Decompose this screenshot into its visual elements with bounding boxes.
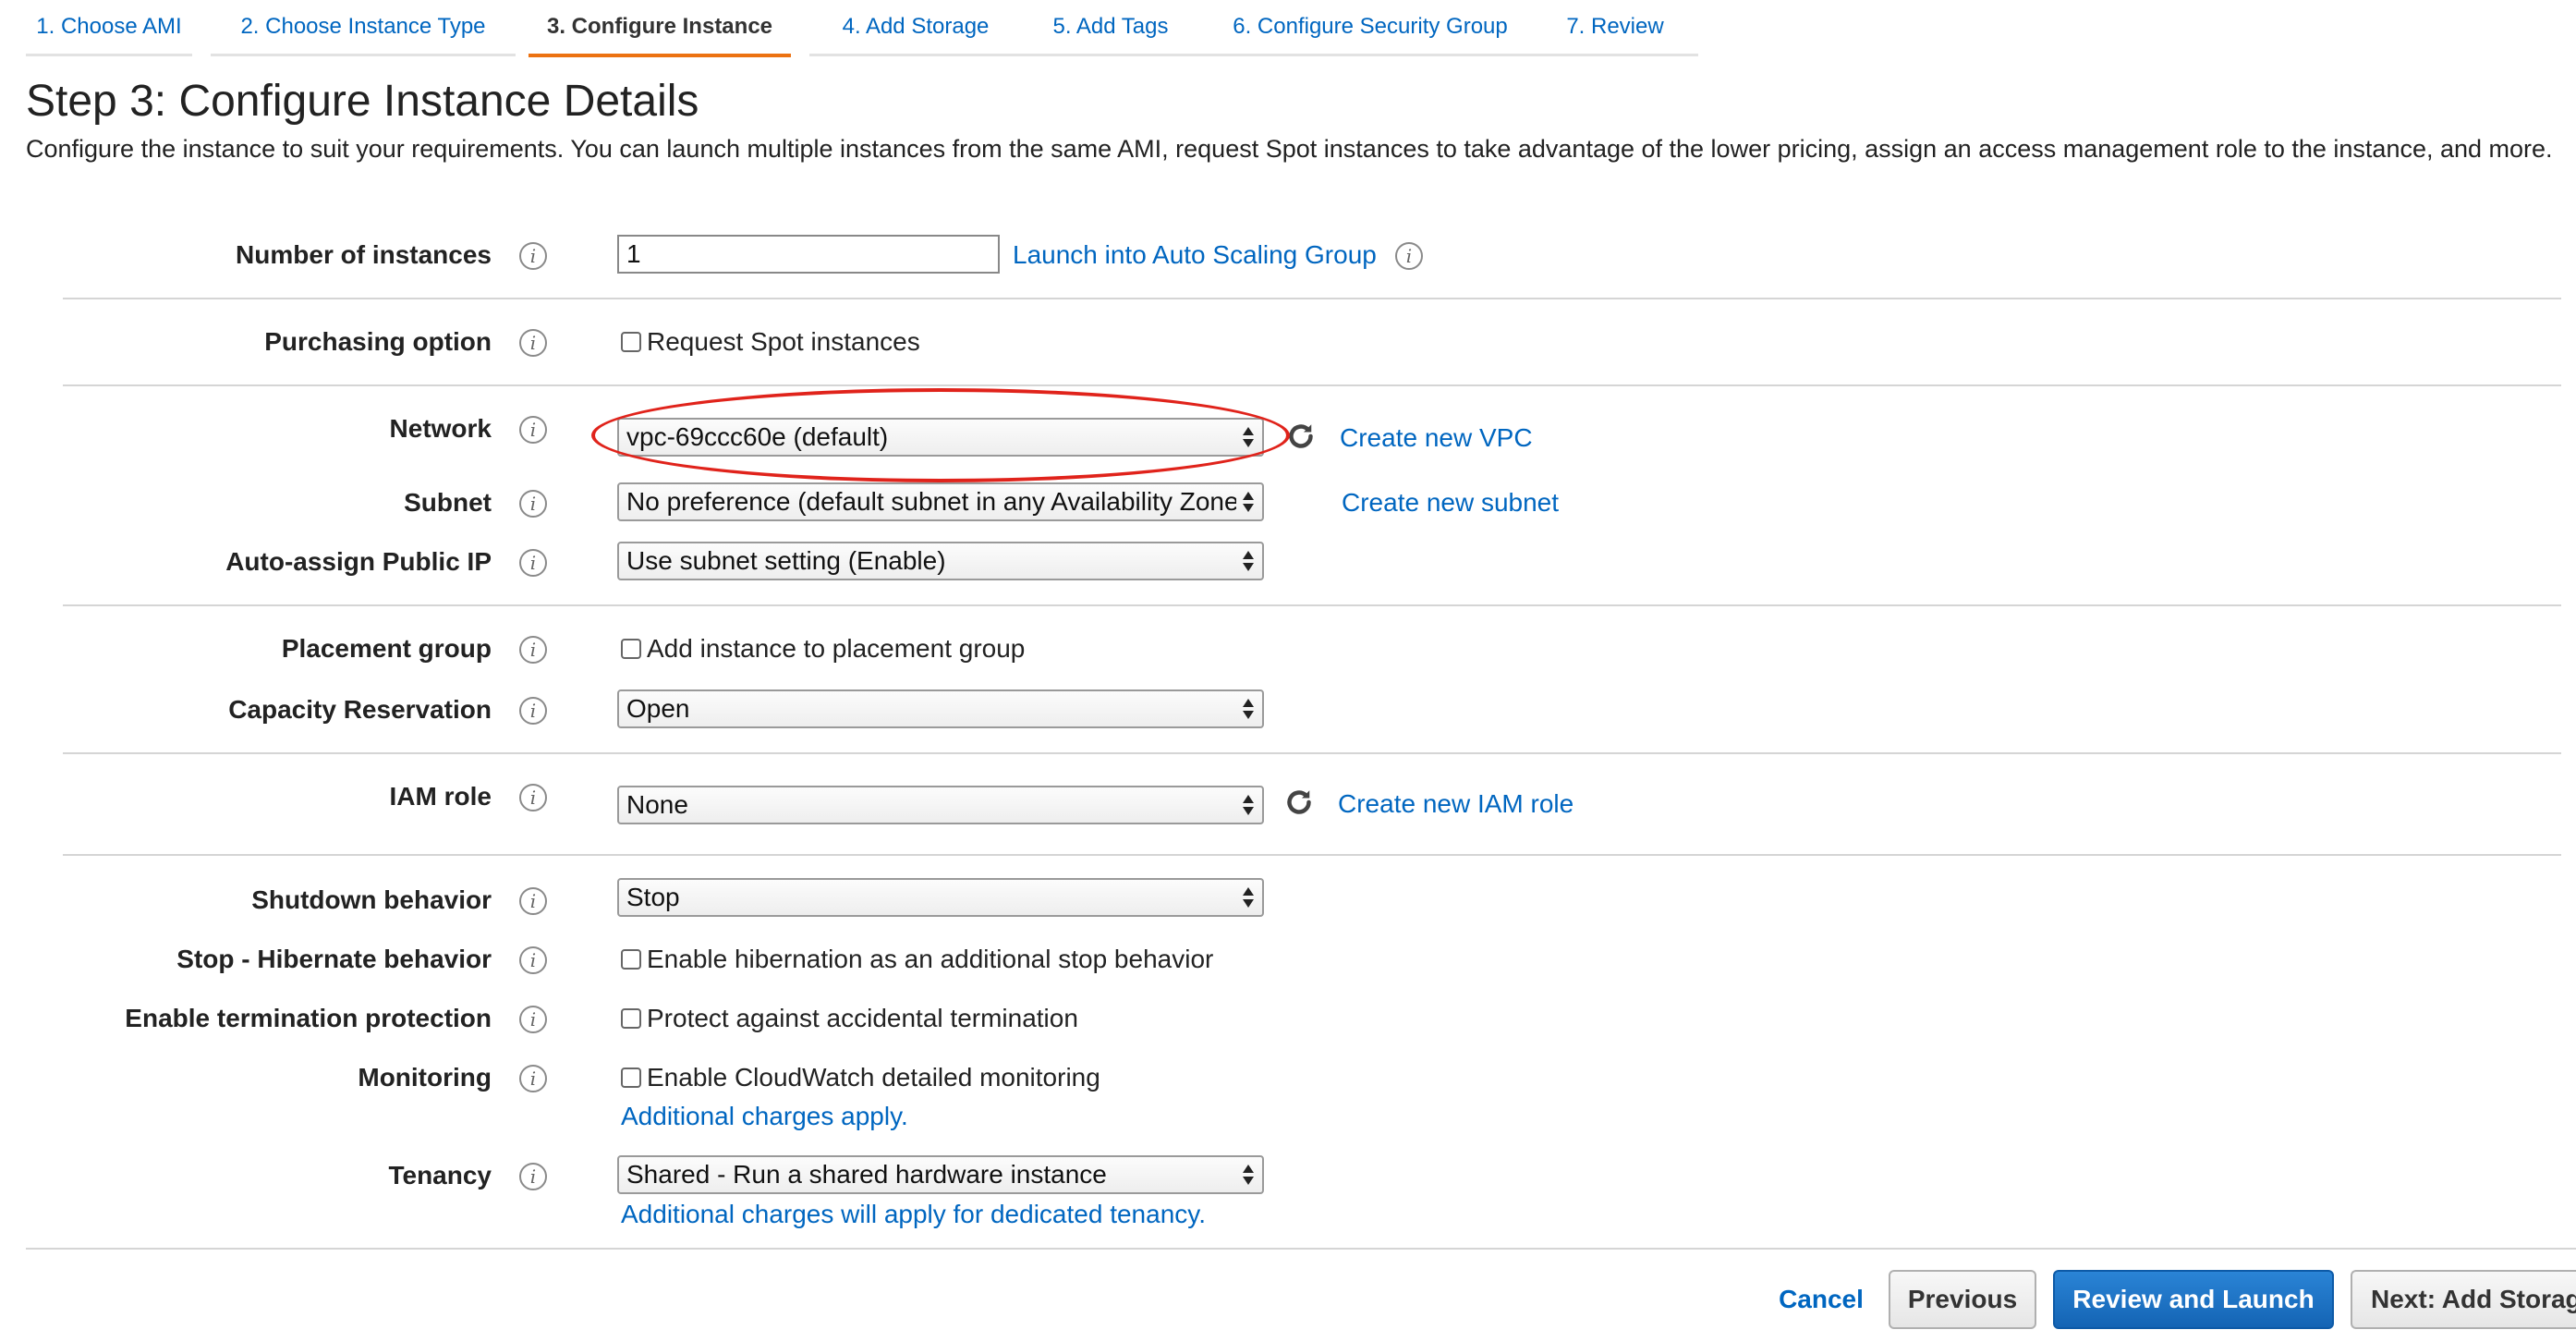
network-label: Network — [389, 414, 492, 443]
hibernate-behavior-label: Stop - Hibernate behavior — [176, 945, 492, 973]
previous-button[interactable]: Previous — [1889, 1270, 2036, 1329]
public-ip-select[interactable]: Use subnet setting (Enable) — [617, 542, 1264, 580]
divider — [63, 384, 2561, 386]
number-of-instances-label: Number of instances — [236, 240, 492, 269]
tab-choose-instance-type[interactable]: 2. Choose Instance Type — [211, 0, 516, 56]
cloudwatch-monitoring-checkbox[interactable]: Enable CloudWatch detailed monitoring — [621, 1063, 1100, 1092]
checkbox-icon[interactable] — [621, 332, 641, 352]
create-new-iam-role-link[interactable]: Create new IAM role — [1338, 789, 1574, 819]
tab-review[interactable]: 7. Review — [1532, 0, 1698, 56]
subnet-label: Subnet — [404, 488, 492, 517]
select-arrows-icon — [1240, 423, 1257, 451]
network-select[interactable]: vpc-69ccc60e (default) — [617, 418, 1264, 457]
refresh-iam-role-icon[interactable] — [1282, 786, 1316, 819]
subnet-select[interactable]: No preference (default subnet in any Ava… — [617, 482, 1264, 521]
placement-group-info-icon[interactable]: i — [519, 636, 547, 664]
divider — [63, 752, 2561, 754]
placement-group-checkbox[interactable]: Add instance to placement group — [621, 634, 1025, 664]
subnet-info-icon[interactable]: i — [519, 490, 547, 518]
tab-configure-instance[interactable]: 3. Configure Instance — [529, 0, 791, 57]
select-arrows-icon — [1240, 695, 1257, 723]
tab-choose-ami[interactable]: 1. Choose AMI — [26, 0, 192, 56]
next-add-storage-button[interactable]: Next: Add Storage — [2351, 1270, 2576, 1329]
capacity-reservation-label: Capacity Reservation — [228, 695, 492, 724]
number-of-instances-input[interactable] — [617, 235, 1000, 274]
termination-protection-info-icon[interactable]: i — [519, 1006, 547, 1033]
request-spot-checkbox[interactable]: Request Spot instances — [621, 327, 920, 357]
hibernation-checkbox-label: Enable hibernation as an additional stop… — [647, 945, 1214, 973]
capacity-reservation-info-icon[interactable]: i — [519, 697, 547, 725]
network-info-icon[interactable]: i — [519, 416, 547, 444]
cloudwatch-monitoring-checkbox-label: Enable CloudWatch detailed monitoring — [647, 1063, 1100, 1092]
review-and-launch-button[interactable]: Review and Launch — [2053, 1270, 2334, 1329]
divider — [63, 298, 2561, 299]
select-arrows-icon — [1240, 791, 1257, 819]
checkbox-icon[interactable] — [621, 1068, 641, 1088]
cancel-button[interactable]: Cancel — [1765, 1270, 1877, 1329]
dedicated-tenancy-charges-link[interactable]: Additional charges will apply for dedica… — [621, 1200, 1206, 1229]
iam-role-select[interactable]: None — [617, 786, 1264, 824]
tenancy-label: Tenancy — [388, 1161, 492, 1190]
create-new-vpc-link[interactable]: Create new VPC — [1340, 423, 1533, 453]
shutdown-behavior-label: Shutdown behavior — [251, 885, 492, 914]
tab-add-tags[interactable]: 5. Add Tags — [1015, 0, 1207, 56]
page-title: Step 3: Configure Instance Details — [26, 77, 699, 126]
monitoring-charges-link[interactable]: Additional charges apply. — [621, 1102, 908, 1131]
purchasing-option-info-icon[interactable]: i — [519, 329, 547, 357]
public-ip-info-icon[interactable]: i — [519, 549, 547, 577]
refresh-network-icon[interactable] — [1284, 420, 1318, 453]
tenancy-info-icon[interactable]: i — [519, 1163, 547, 1190]
request-spot-label: Request Spot instances — [647, 327, 920, 356]
number-of-instances-info-icon[interactable]: i — [519, 242, 547, 270]
hibernation-checkbox[interactable]: Enable hibernation as an additional stop… — [621, 945, 1213, 974]
tab-add-storage[interactable]: 4. Add Storage — [809, 0, 1022, 56]
checkbox-icon[interactable] — [621, 949, 641, 970]
select-arrows-icon — [1240, 1161, 1257, 1189]
select-arrows-icon — [1240, 547, 1257, 575]
hibernate-info-icon[interactable]: i — [519, 946, 547, 974]
termination-protection-checkbox[interactable]: Protect against accidental termination — [621, 1004, 1078, 1033]
checkbox-icon[interactable] — [621, 1008, 641, 1029]
monitoring-info-icon[interactable]: i — [519, 1065, 547, 1092]
shutdown-behavior-select[interactable]: Stop — [617, 878, 1264, 917]
auto-scaling-info-icon[interactable]: i — [1395, 242, 1423, 270]
auto-assign-public-ip-label: Auto-assign Public IP — [225, 547, 492, 576]
checkbox-icon[interactable] — [621, 639, 641, 659]
purchasing-option-label: Purchasing option — [264, 327, 492, 356]
placement-group-checkbox-label: Add instance to placement group — [647, 634, 1026, 663]
create-new-subnet-link[interactable]: Create new subnet — [1342, 488, 1559, 518]
tenancy-select[interactable]: Shared - Run a shared hardware instance — [617, 1155, 1264, 1194]
divider — [63, 604, 2561, 606]
select-arrows-icon — [1240, 884, 1257, 911]
launch-auto-scaling-link[interactable]: Launch into Auto Scaling Group — [1013, 240, 1377, 270]
placement-group-label: Placement group — [281, 634, 492, 663]
page-description: Configure the instance to suit your requ… — [26, 135, 2553, 163]
termination-protection-checkbox-label: Protect against accidental termination — [647, 1004, 1078, 1032]
iam-role-label: IAM role — [389, 782, 492, 811]
select-arrows-icon — [1240, 488, 1257, 516]
capacity-reservation-select[interactable]: Open — [617, 689, 1264, 728]
termination-protection-label: Enable termination protection — [125, 1004, 492, 1032]
monitoring-label: Monitoring — [358, 1063, 492, 1092]
shutdown-behavior-info-icon[interactable]: i — [519, 887, 547, 915]
footer-divider — [26, 1248, 2576, 1250]
divider — [63, 854, 2561, 856]
tab-configure-security-group[interactable]: 6. Configure Security Group — [1199, 0, 1541, 56]
iam-role-info-icon[interactable]: i — [519, 784, 547, 811]
